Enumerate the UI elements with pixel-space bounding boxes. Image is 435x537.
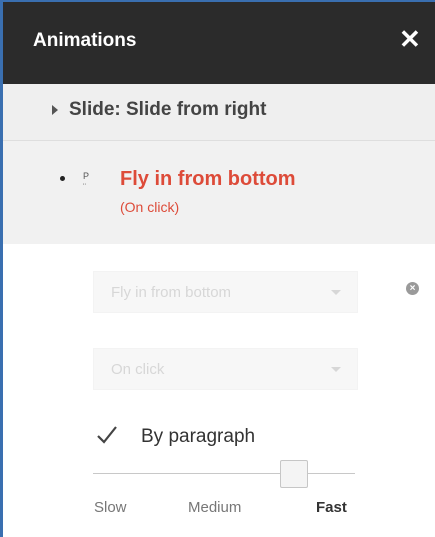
- speed-label-slow: Slow: [94, 499, 127, 516]
- by-paragraph-label: By paragraph: [141, 426, 256, 447]
- start-dropdown-value: On click: [111, 361, 165, 378]
- chevron-down-icon: [331, 367, 341, 372]
- effect-dropdown[interactable]: Fly in from bottom: [93, 271, 358, 313]
- slide-transition-label: Slide: Slide from right: [69, 99, 267, 120]
- bullet-icon: [60, 176, 65, 181]
- remove-icon[interactable]: ×: [406, 282, 419, 295]
- panel-header: Animations ✕: [3, 2, 435, 84]
- speed-slider-track[interactable]: [93, 473, 355, 474]
- speed-slider-handle[interactable]: [280, 460, 308, 488]
- animation-list-item[interactable]: P ¨ Fly in from bottom (On click): [3, 141, 435, 244]
- slide-transition-row[interactable]: Slide: Slide from right: [3, 84, 435, 141]
- paragraph-icon: P ¨: [83, 171, 90, 192]
- animations-panel: Animations ✕ Slide: Slide from right P ¨ …: [0, 0, 435, 537]
- speed-label-fast: Fast: [316, 499, 347, 516]
- start-dropdown[interactable]: On click: [93, 348, 358, 390]
- checkmark-icon: [97, 426, 117, 444]
- chevron-down-icon: [331, 290, 341, 295]
- animation-title: Fly in from bottom: [120, 168, 296, 190]
- animation-trigger: (On click): [120, 199, 180, 215]
- effect-dropdown-value: Fly in from bottom: [111, 284, 232, 301]
- triangle-right-icon[interactable]: [52, 105, 58, 115]
- by-paragraph-checkbox[interactable]: [95, 424, 119, 446]
- panel-title: Animations: [33, 30, 137, 51]
- speed-label-medium: Medium: [188, 499, 242, 516]
- close-icon[interactable]: ✕: [399, 26, 421, 52]
